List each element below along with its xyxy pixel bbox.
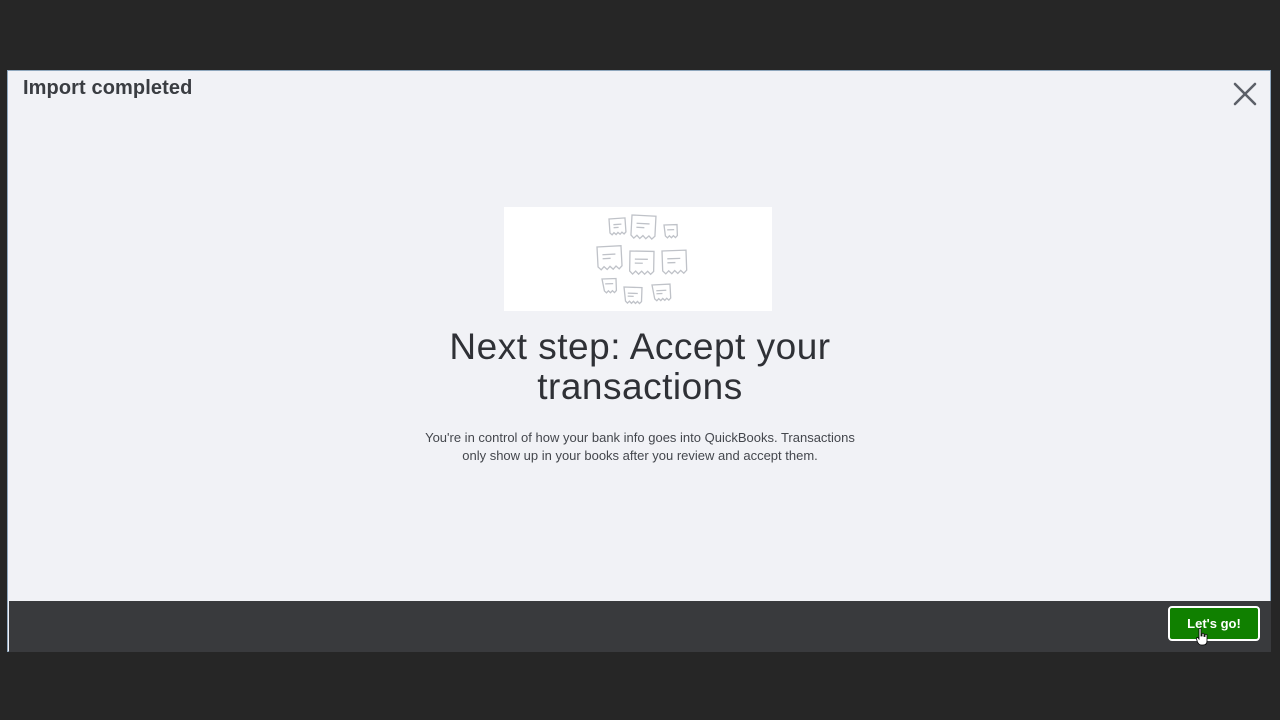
dialog-footer: Let's go!	[9, 601, 1271, 652]
receipts-illustration	[504, 207, 772, 311]
headline: Next step: Accept your transactions	[8, 327, 1272, 407]
description-line-1: You're in control of how your bank info …	[425, 430, 855, 445]
description: You're in control of how your bank info …	[8, 429, 1272, 465]
receipts-illustration-icon	[596, 214, 688, 305]
headline-line-1: Next step: Accept your	[449, 326, 831, 367]
headline-line-2: transactions	[537, 366, 743, 407]
import-completed-dialog: Import completed Next step: Accept your …	[7, 70, 1271, 652]
lets-go-button[interactable]: Let's go!	[1168, 606, 1260, 641]
close-button[interactable]	[1230, 79, 1260, 109]
dialog-title: Import completed	[23, 77, 193, 99]
hand-cursor-icon	[1196, 628, 1208, 646]
close-icon	[1233, 82, 1257, 106]
description-line-2: only show up in your books after you rev…	[462, 448, 818, 463]
